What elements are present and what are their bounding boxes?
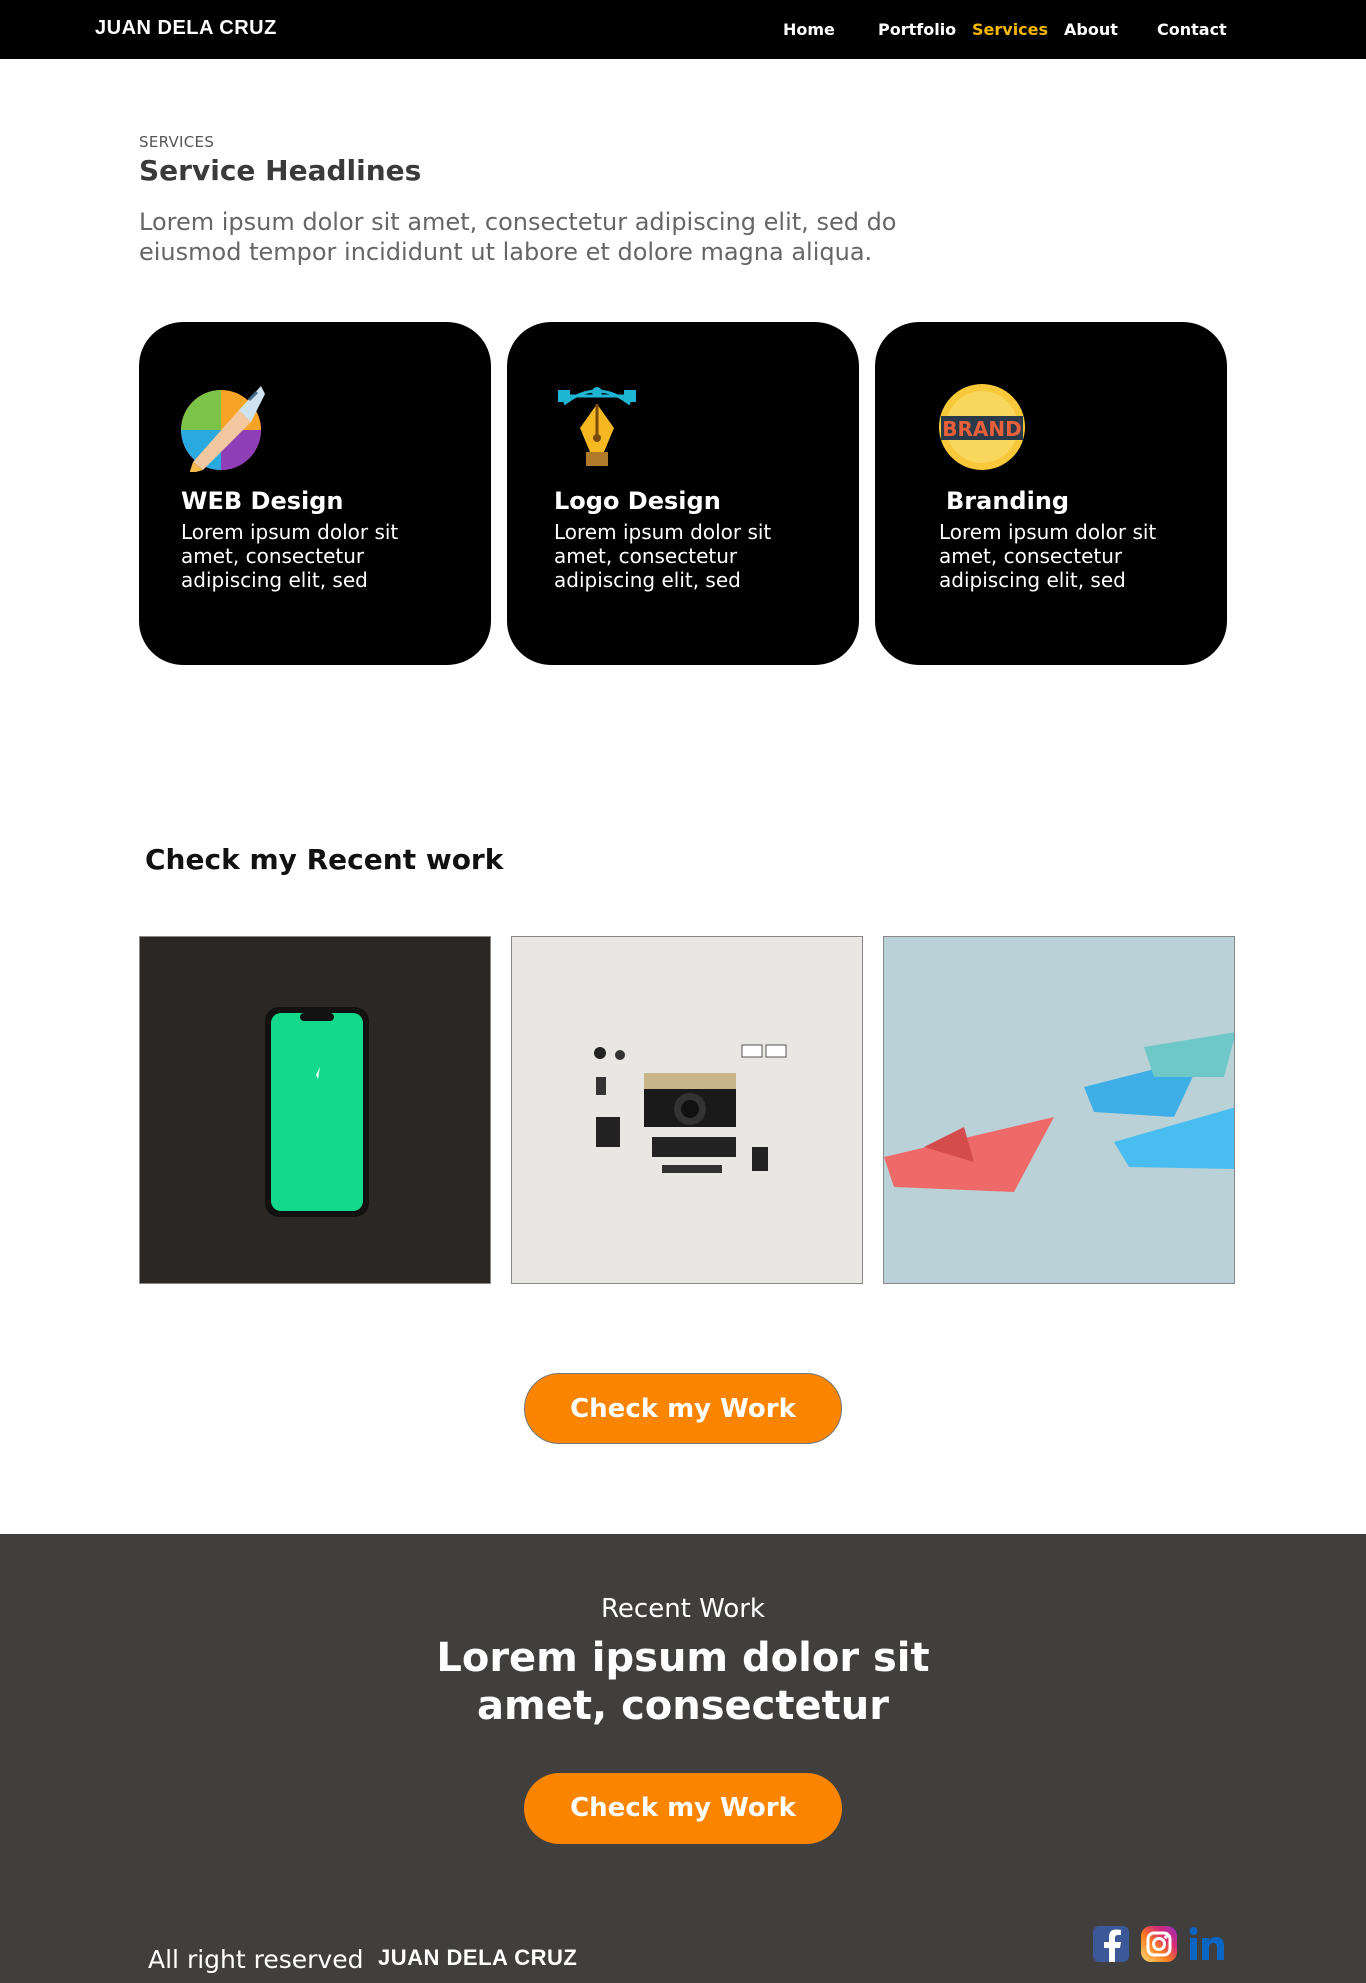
card-text: Lorem ipsum dolor sit amet, consectetur …: [939, 520, 1157, 592]
service-card-web-design: WEB Design Lorem ipsum dolor sit amet, c…: [139, 322, 491, 665]
brand-badge-icon: BRAND: [937, 382, 1027, 472]
recent-work-title: Check my Recent work: [145, 843, 504, 876]
instagram-icon[interactable]: [1139, 1924, 1179, 1964]
pen-tool-icon: [552, 382, 642, 472]
footer-headline: Lorem ipsum dolor sit amet, consectetur: [436, 1635, 930, 1729]
service-card-branding: BRAND Branding Lorem ipsum dolor sit ame…: [875, 322, 1227, 665]
linkedin-icon[interactable]: [1187, 1924, 1227, 1964]
nav-portfolio[interactable]: Portfolio: [878, 20, 956, 39]
footer-check-my-work-button[interactable]: Check my Work: [524, 1773, 842, 1844]
card-title: Branding: [946, 487, 1070, 515]
site-brand[interactable]: JUAN DELA CRUZ: [95, 17, 277, 40]
card-title: Logo Design: [554, 487, 721, 515]
nav-contact[interactable]: Contact: [1157, 20, 1227, 39]
card-title: WEB Design: [181, 487, 344, 515]
check-my-work-button[interactable]: Check my Work: [524, 1373, 842, 1444]
phone-photo[interactable]: [139, 936, 491, 1284]
facebook-icon[interactable]: [1091, 1924, 1131, 1964]
top-nav: JUAN DELA CRUZ Home Portfolio Services A…: [0, 0, 1366, 59]
service-card-logo-design: Logo Design Lorem ipsum dolor sit amet, …: [507, 322, 859, 665]
web-design-icon: [179, 382, 269, 474]
footer: Recent Work Lorem ipsum dolor sit amet, …: [0, 1534, 1366, 1983]
nav-services[interactable]: Services: [972, 20, 1048, 39]
services-title: Service Headlines: [139, 154, 422, 187]
copyright-text: All right reserved: [148, 1945, 364, 1974]
footer-eyebrow: Recent Work: [601, 1594, 765, 1624]
paper-boats-photo[interactable]: [883, 936, 1235, 1284]
camera-flatlay-photo[interactable]: [511, 936, 863, 1284]
services-eyebrow: SERVICES: [139, 133, 215, 151]
card-text: Lorem ipsum dolor sit amet, consectetur …: [554, 520, 772, 592]
brand-badge-text: BRAND: [942, 417, 1021, 441]
footer-brand: JUAN DELA CRUZ: [378, 1945, 578, 1970]
card-text: Lorem ipsum dolor sit amet, consectetur …: [181, 520, 399, 592]
nav-home[interactable]: Home: [783, 20, 835, 39]
services-lead: Lorem ipsum dolor sit amet, consectetur …: [139, 208, 897, 266]
nav-about[interactable]: About: [1064, 20, 1118, 39]
